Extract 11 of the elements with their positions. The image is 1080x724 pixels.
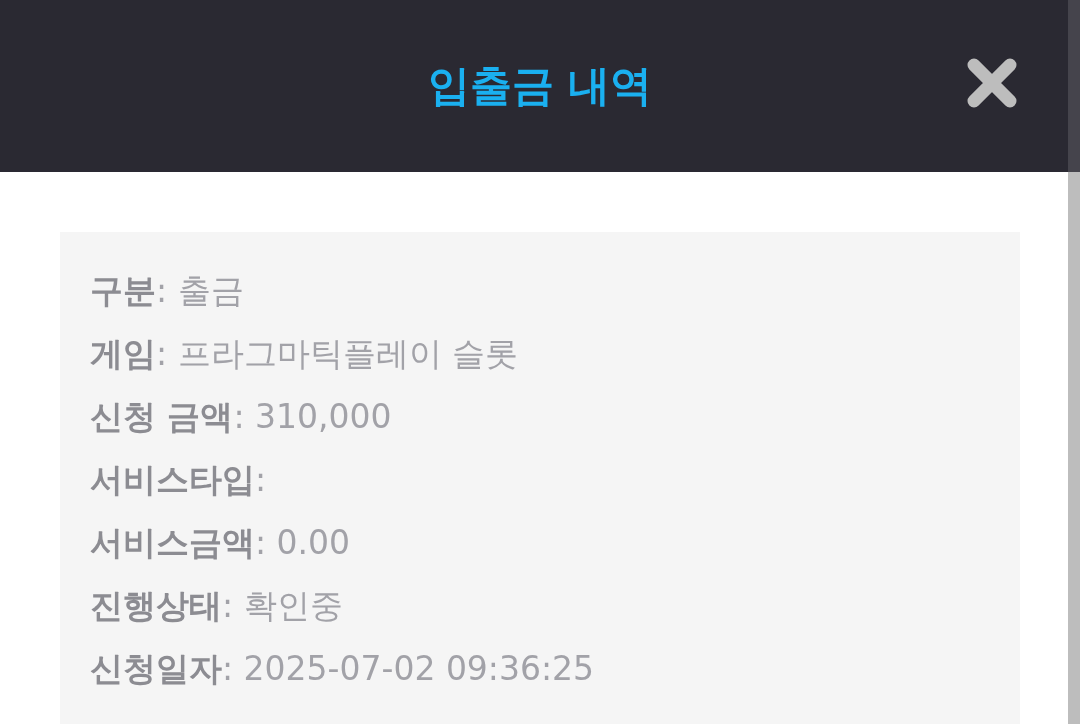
detail-line: 신청일자: 2025-07-02 09:36:25 xyxy=(90,648,596,690)
detail-line: 게임: 프라그마틱플레이 슬롯 xyxy=(90,333,520,375)
scrollbar[interactable] xyxy=(1068,0,1080,724)
detail-line: 구분: 출금 xyxy=(90,270,245,312)
detail-line: 신청 금액: 310,000 xyxy=(90,396,393,438)
detail-line: 서비스금액: 0.00 xyxy=(90,522,352,564)
close-button[interactable] xyxy=(966,57,1018,109)
close-icon xyxy=(966,57,1018,109)
detail-line: 진행상태: 확인중 xyxy=(90,585,344,627)
dialog-title: 입출금 내역 xyxy=(427,60,653,112)
detail-line: 서비스타입: xyxy=(90,459,268,501)
